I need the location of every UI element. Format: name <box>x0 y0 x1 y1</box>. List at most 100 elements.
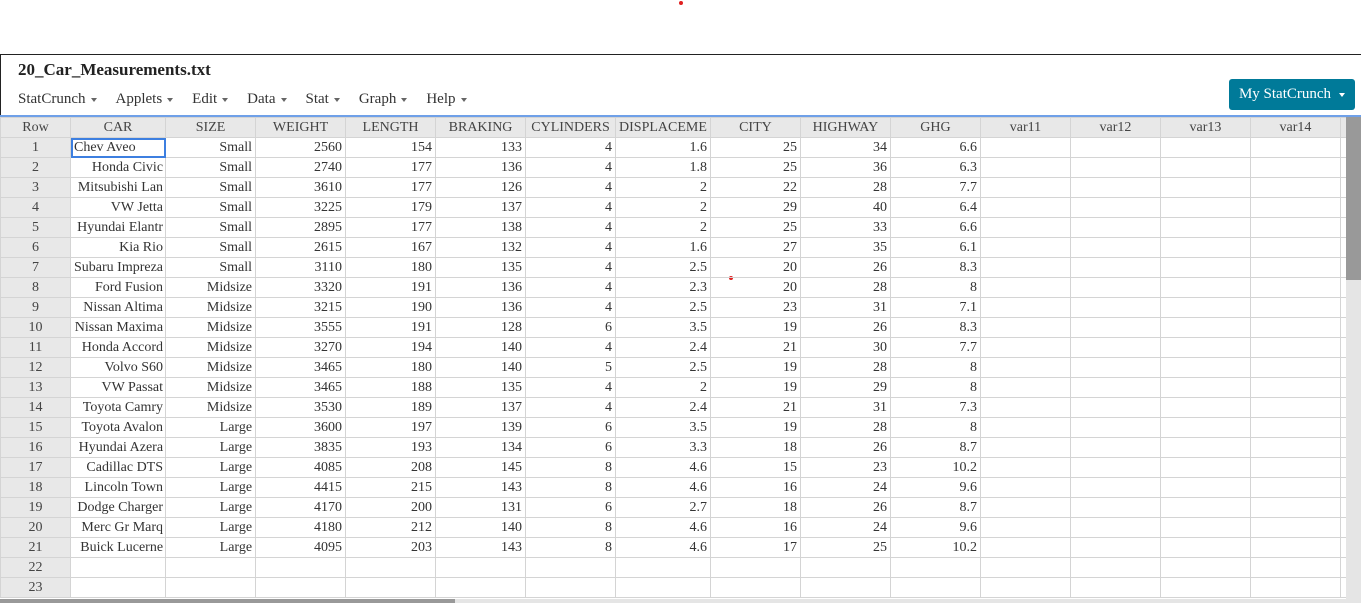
cell-cylinders[interactable]: 4 <box>525 177 617 198</box>
cell-highway[interactable]: 40 <box>799 197 891 218</box>
cell-highway[interactable] <box>799 577 891 598</box>
cell-cylinders[interactable]: 4 <box>525 397 617 418</box>
cell-var12[interactable] <box>1069 317 1161 338</box>
cell-var14[interactable] <box>1249 517 1341 538</box>
column-header-var12[interactable]: var12 <box>1069 117 1161 138</box>
cell-braking[interactable]: 132 <box>435 237 527 258</box>
row-number[interactable]: 23 <box>0 577 71 598</box>
menu-help[interactable]: Help <box>426 89 467 109</box>
cell-displaceme[interactable]: 2.3 <box>615 277 711 298</box>
cell-highway[interactable]: 31 <box>799 397 891 418</box>
cell-size[interactable] <box>165 557 257 578</box>
cell-city[interactable]: 15 <box>709 457 801 478</box>
cell-size[interactable]: Small <box>165 177 257 198</box>
cell-ghg[interactable]: 8 <box>889 377 981 398</box>
cell-var13[interactable] <box>1159 537 1251 558</box>
cell-var14[interactable] <box>1249 357 1341 378</box>
cell-var11[interactable] <box>979 157 1071 178</box>
cell-highway[interactable]: 31 <box>799 297 891 318</box>
cell-car[interactable]: Ford Fusion <box>69 277 167 298</box>
cell-cylinders[interactable] <box>525 557 617 578</box>
cell-length[interactable]: 177 <box>345 157 437 178</box>
cell-ghg[interactable]: 6.4 <box>889 197 981 218</box>
cell-length[interactable]: 208 <box>345 457 437 478</box>
row-number[interactable]: 4 <box>0 197 71 218</box>
cell-highway[interactable]: 28 <box>799 277 891 298</box>
cell-var12[interactable] <box>1069 257 1161 278</box>
cell-size[interactable]: Midsize <box>165 297 257 318</box>
cell-ghg[interactable] <box>889 557 981 578</box>
cell-length[interactable]: 180 <box>345 257 437 278</box>
menu-data[interactable]: Data <box>247 89 287 109</box>
cell-displaceme[interactable]: 2.7 <box>615 497 711 518</box>
cell-car[interactable]: Mitsubishi Lan <box>69 177 167 198</box>
cell-car[interactable]: Nissan Altima <box>69 297 167 318</box>
cell-cylinders[interactable] <box>525 577 617 598</box>
cell-length[interactable]: 180 <box>345 357 437 378</box>
cell-braking[interactable]: 133 <box>435 137 527 158</box>
cell-length[interactable]: 188 <box>345 377 437 398</box>
cell-var12[interactable] <box>1069 357 1161 378</box>
cell-var14[interactable] <box>1249 497 1341 518</box>
cell-length[interactable]: 200 <box>345 497 437 518</box>
column-header-highway[interactable]: HIGHWAY <box>799 117 891 138</box>
row-number[interactable]: 14 <box>0 397 71 418</box>
cell-weight[interactable]: 2615 <box>255 237 347 258</box>
cell-car[interactable]: Nissan Maxima <box>69 317 167 338</box>
row-number[interactable]: 6 <box>0 237 71 258</box>
cell-cylinders[interactable]: 4 <box>525 217 617 238</box>
cell-braking[interactable]: 145 <box>435 457 527 478</box>
cell-braking[interactable]: 131 <box>435 497 527 518</box>
cell-ghg[interactable]: 7.7 <box>889 177 981 198</box>
cell-car[interactable]: Honda Accord <box>69 337 167 358</box>
cell-cylinders[interactable]: 4 <box>525 157 617 178</box>
cell-var12[interactable] <box>1069 577 1161 598</box>
cell-size[interactable]: Small <box>165 137 257 158</box>
vertical-scrollbar-thumb[interactable] <box>1346 117 1361 280</box>
cell-cylinders[interactable]: 8 <box>525 537 617 558</box>
cell-ghg[interactable]: 6.1 <box>889 237 981 258</box>
column-header-city[interactable]: CITY <box>709 117 801 138</box>
cell-highway[interactable]: 26 <box>799 437 891 458</box>
cell-var13[interactable] <box>1159 377 1251 398</box>
cell-var11[interactable] <box>979 557 1071 578</box>
cell-length[interactable] <box>345 577 437 598</box>
cell-var12[interactable] <box>1069 137 1161 158</box>
cell-city[interactable]: 16 <box>709 517 801 538</box>
cell-weight[interactable]: 3465 <box>255 357 347 378</box>
cell-highway[interactable]: 23 <box>799 457 891 478</box>
cell-city[interactable]: 25 <box>709 157 801 178</box>
cell-weight[interactable]: 3215 <box>255 297 347 318</box>
column-header-var13[interactable]: var13 <box>1159 117 1251 138</box>
column-header-braking[interactable]: BRAKING <box>435 117 527 138</box>
cell-highway[interactable]: 35 <box>799 237 891 258</box>
cell-braking[interactable]: 135 <box>435 377 527 398</box>
cell-weight[interactable]: 4180 <box>255 517 347 538</box>
cell-city[interactable] <box>709 577 801 598</box>
cell-car[interactable]: VW Passat <box>69 377 167 398</box>
cell-cylinders[interactable]: 5 <box>525 357 617 378</box>
cell-var12[interactable] <box>1069 217 1161 238</box>
cell-var13[interactable] <box>1159 137 1251 158</box>
cell-var12[interactable] <box>1069 417 1161 438</box>
cell-braking[interactable]: 137 <box>435 197 527 218</box>
cell-city[interactable]: 21 <box>709 337 801 358</box>
cell-var12[interactable] <box>1069 397 1161 418</box>
cell-displaceme[interactable]: 1.6 <box>615 237 711 258</box>
cell-cylinders[interactable]: 6 <box>525 497 617 518</box>
cell-highway[interactable]: 29 <box>799 377 891 398</box>
cell-city[interactable]: 23 <box>709 297 801 318</box>
cell-var14[interactable] <box>1249 457 1341 478</box>
cell-var11[interactable] <box>979 197 1071 218</box>
cell-length[interactable]: 203 <box>345 537 437 558</box>
cell-car[interactable]: Honda Civic <box>69 157 167 178</box>
cell-weight[interactable]: 3320 <box>255 277 347 298</box>
cell-length[interactable]: 177 <box>345 177 437 198</box>
cell-var14[interactable] <box>1249 237 1341 258</box>
cell-weight[interactable]: 2740 <box>255 157 347 178</box>
cell-cylinders[interactable]: 4 <box>525 237 617 258</box>
cell-var11[interactable] <box>979 397 1071 418</box>
cell-ghg[interactable]: 7.1 <box>889 297 981 318</box>
cell-var14[interactable] <box>1249 177 1341 198</box>
cell-var13[interactable] <box>1159 477 1251 498</box>
